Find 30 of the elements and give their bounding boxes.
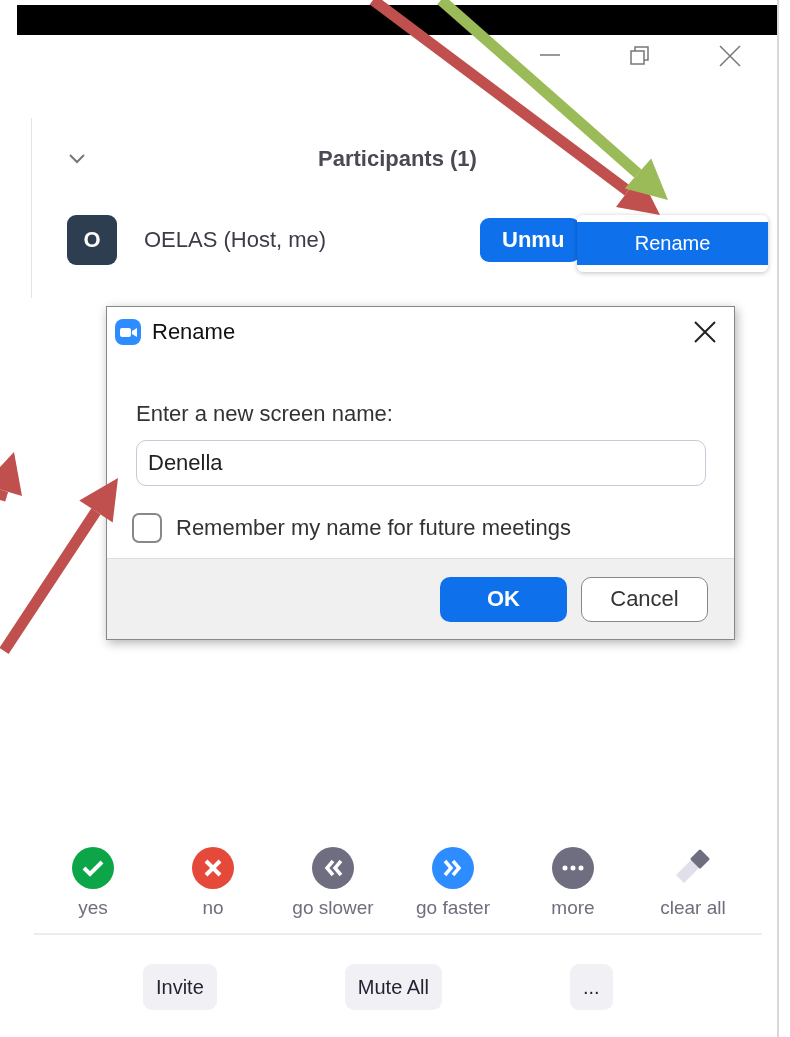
reaction-label: go slower <box>292 897 374 919</box>
panel-title: Participants (1) <box>318 146 477 172</box>
invite-button[interactable]: Invite <box>143 964 217 1010</box>
rewind-icon[interactable] <box>312 847 354 889</box>
reaction-label: go faster <box>416 897 490 919</box>
menu-item[interactable]: Rename <box>577 222 768 265</box>
ok-button[interactable]: OK <box>440 576 567 622</box>
cross-icon[interactable] <box>192 847 234 889</box>
check-icon[interactable] <box>72 847 114 889</box>
unmute-button[interactable]: Unmu <box>480 218 580 262</box>
checkbox[interactable] <box>132 513 162 543</box>
restore-icon[interactable] <box>629 45 651 67</box>
avatar: O <box>67 215 117 265</box>
fast-forward-icon[interactable] <box>432 847 474 889</box>
more-icon[interactable] <box>552 847 594 889</box>
name-field[interactable]: Denella <box>136 440 706 486</box>
camera-icon <box>115 319 141 345</box>
cancel-button[interactable]: Cancel <box>581 576 708 622</box>
more-button[interactable]: ... <box>569 964 613 1010</box>
dialog-title: Rename <box>152 319 237 345</box>
reaction-label: clear all <box>660 897 726 919</box>
mute-all-button[interactable]: Mute All <box>344 964 442 1010</box>
reaction-label: no <box>202 897 224 919</box>
checkbox-label: Remember my name for future meetings <box>176 515 571 541</box>
reaction-label: more <box>551 897 595 919</box>
close-icon[interactable] <box>694 321 716 343</box>
field-label: Enter a new screen name: <box>136 401 394 427</box>
chevron-icon[interactable] <box>68 153 86 165</box>
reaction-label: yes <box>78 897 108 919</box>
participant-name: OELAS (Host, me) <box>144 227 328 253</box>
